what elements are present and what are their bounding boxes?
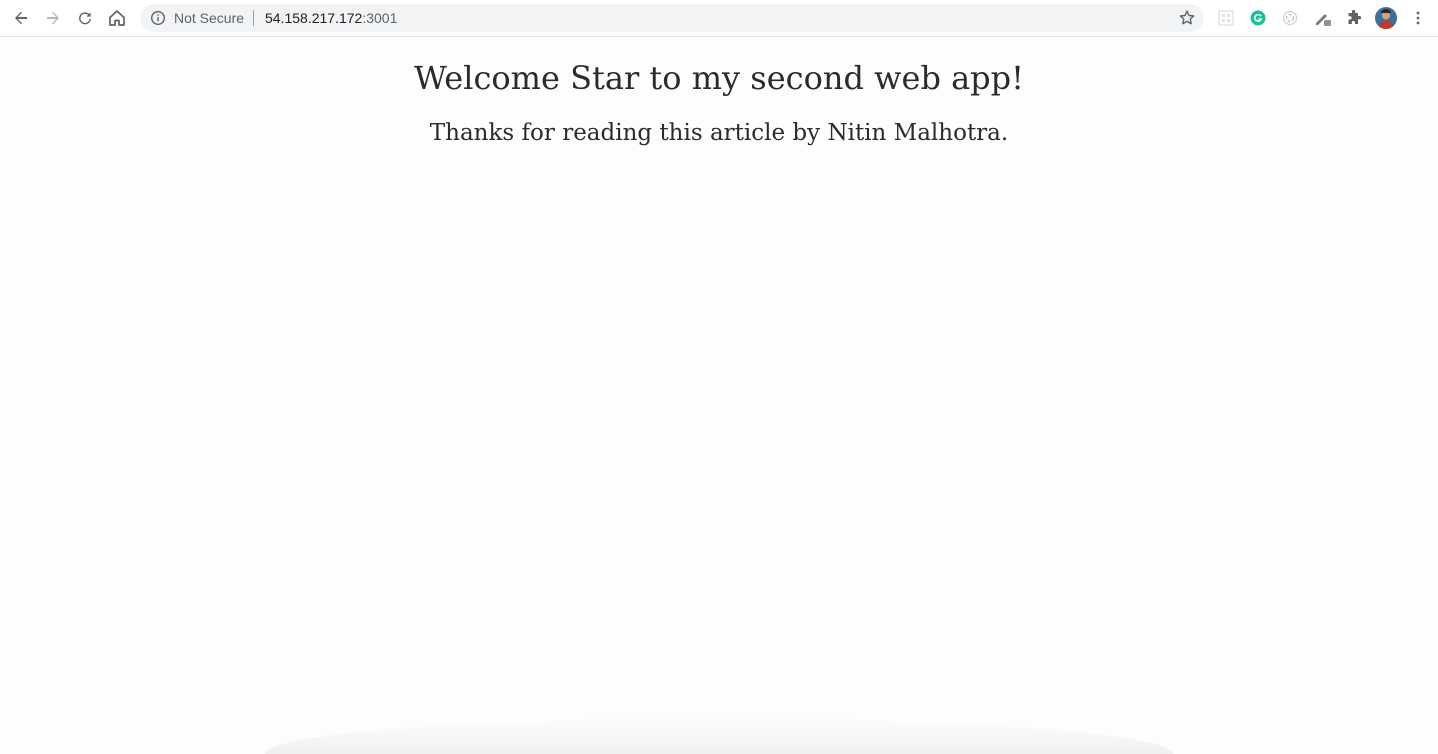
- url-text[interactable]: 54.158.217.172:3001: [265, 10, 397, 26]
- reload-button[interactable]: [71, 4, 99, 32]
- loader-extension-icon: [1282, 10, 1298, 26]
- reload-icon: [79, 12, 91, 25]
- security-label[interactable]: Not Secure: [174, 10, 244, 26]
- extensions-button[interactable]: [1343, 7, 1365, 29]
- avatar: [1375, 7, 1397, 29]
- browser-toolbar: Not Secure 54.158.217.172:3001: [0, 0, 1438, 37]
- arrow-left-icon: [15, 11, 27, 25]
- loader-extension-button[interactable]: [1279, 7, 1301, 29]
- star-icon[interactable]: [1178, 9, 1196, 27]
- url-host: 54.158.217.172: [265, 10, 363, 26]
- home-button[interactable]: [103, 4, 131, 32]
- home-icon: [109, 10, 125, 26]
- info-icon[interactable]: [150, 10, 166, 26]
- page-content: Welcome Star to my second web app! Thank…: [0, 38, 1438, 754]
- page-heading: Welcome Star to my second web app!: [413, 59, 1024, 97]
- pen-extension-icon: [1316, 14, 1331, 26]
- page-subheading: Thanks for reading this article by Nitin…: [429, 120, 1009, 146]
- grammarly-icon: [1250, 10, 1266, 26]
- forward-button[interactable]: [39, 4, 67, 32]
- pen-extension-button[interactable]: [1312, 7, 1334, 29]
- grid-extension-icon: [1218, 10, 1234, 26]
- more-vert-icon: [1416, 11, 1420, 25]
- grammarly-button[interactable]: [1247, 7, 1269, 29]
- address-bar[interactable]: Not Secure 54.158.217.172:3001: [140, 4, 1204, 32]
- browser-menu-button[interactable]: [1407, 7, 1429, 29]
- url-port: :3001: [362, 10, 398, 26]
- bottom-shadow: [265, 718, 1173, 754]
- back-button[interactable]: [7, 4, 35, 32]
- puzzle-icon: [1348, 10, 1362, 24]
- grid-extension-button[interactable]: [1215, 7, 1237, 29]
- arrow-right-icon: [47, 11, 59, 25]
- omnibox-divider: [253, 10, 254, 26]
- profile-button[interactable]: [1374, 6, 1398, 30]
